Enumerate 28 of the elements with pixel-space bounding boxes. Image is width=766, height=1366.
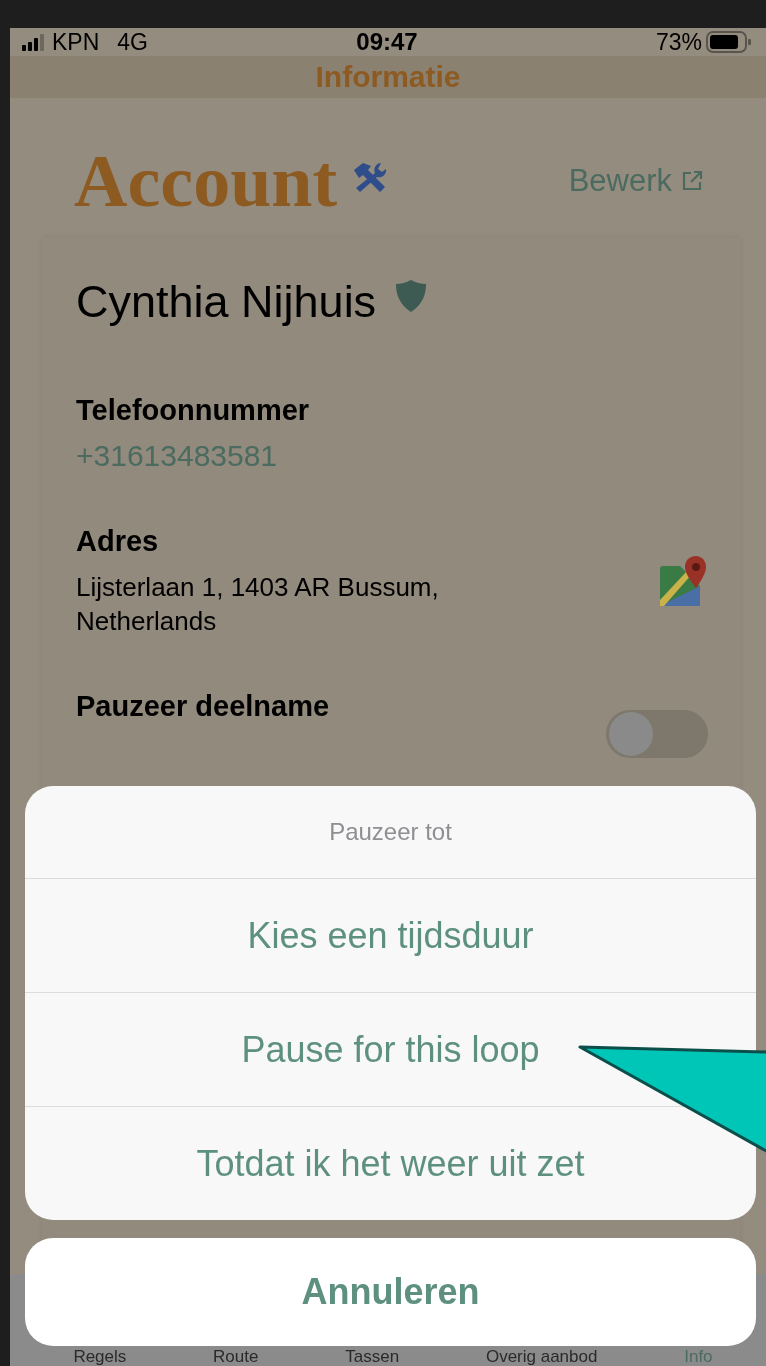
- field-label: Pauzeer deelname: [76, 690, 330, 723]
- screen-title: Informatie: [315, 60, 461, 94]
- sheet-title: Pauzeer tot: [328, 817, 453, 847]
- cancel-button[interactable]: Annuleren: [25, 1238, 756, 1346]
- external-link-icon: [680, 169, 704, 193]
- battery-percent: 73%: [655, 28, 702, 56]
- field-label: Telefoonnummer: [76, 394, 310, 427]
- tab-item[interactable]: Route: [213, 1348, 259, 1366]
- user-name: Cynthia Nijhuis: [76, 275, 377, 329]
- sheet-option[interactable]: Kies een tijdsduur: [247, 914, 534, 957]
- tab-item[interactable]: Regels: [73, 1348, 127, 1366]
- toggle-switch[interactable]: [606, 710, 708, 758]
- signal-icon: [22, 33, 46, 51]
- shield-icon: [394, 278, 429, 314]
- tab-item[interactable]: Info: [684, 1348, 713, 1366]
- field-label: Adres: [76, 525, 160, 558]
- page-heading: Account: [74, 138, 338, 224]
- edit-link[interactable]: Bewerk: [568, 163, 704, 199]
- address-text: Lijsterlaan 1, 1403 AR Bussum, Netherlands: [76, 571, 440, 638]
- tab-item[interactable]: Tassen: [345, 1348, 400, 1366]
- sheet-option[interactable]: Totdat ik het weer uit zet: [196, 1142, 585, 1185]
- clock-time: 09:47: [356, 28, 418, 56]
- carrier-name: KPN: [52, 28, 100, 56]
- network-type: 4G: [117, 28, 148, 56]
- map-pin-icon: [658, 555, 708, 608]
- sheet-option[interactable]: Pause for this loop: [241, 1028, 540, 1071]
- tab-item[interactable]: Overig aanbod: [485, 1348, 598, 1366]
- battery-icon: [706, 30, 752, 54]
